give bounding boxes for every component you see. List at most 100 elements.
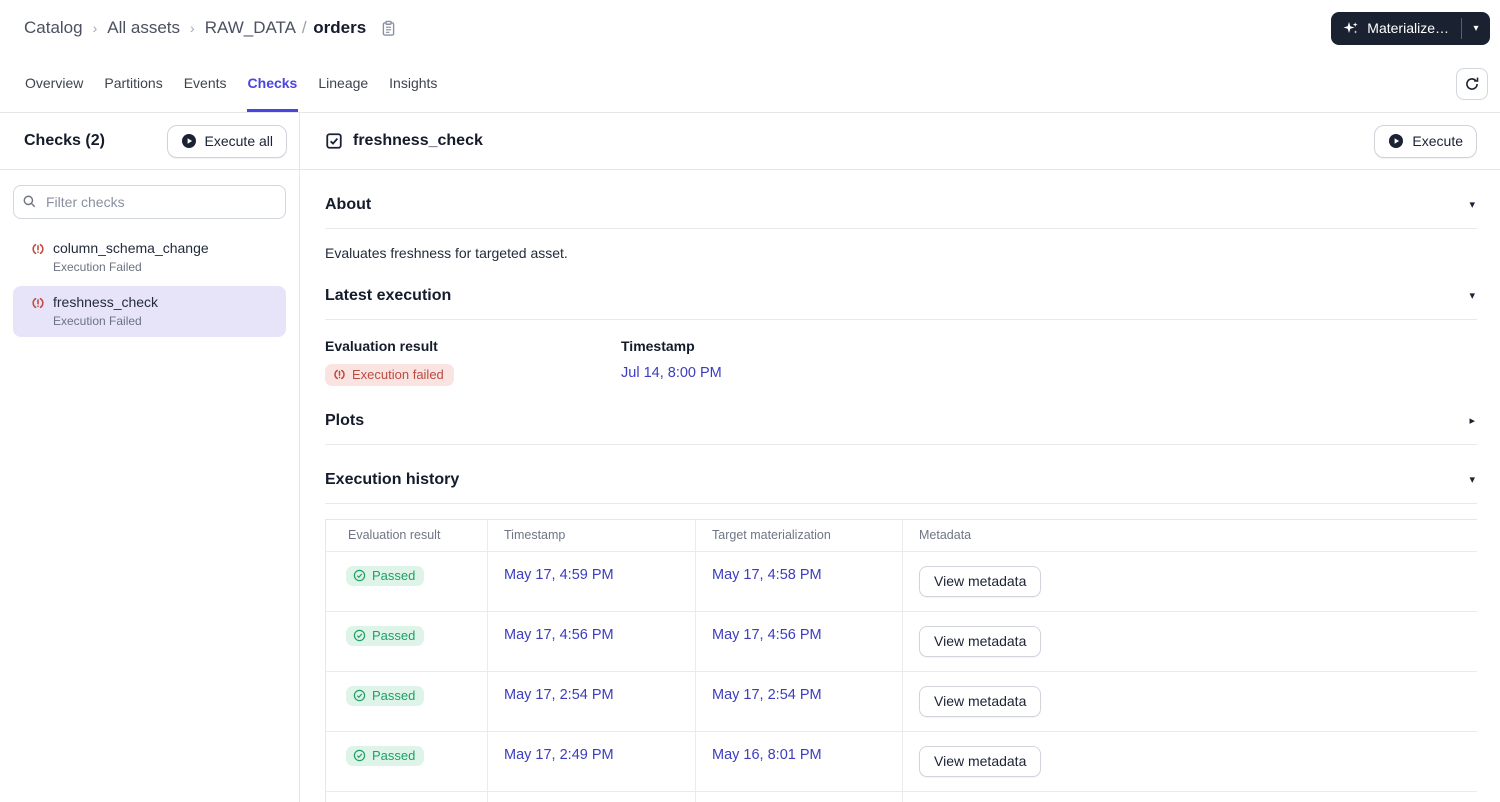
breadcrumb-catalog[interactable]: Catalog <box>24 18 83 38</box>
table-header-row: Evaluation result Timestamp Target mater… <box>326 520 1477 552</box>
refresh-button[interactable] <box>1456 68 1488 100</box>
target-materialization-link[interactable]: May 17, 2:54 PM <box>712 687 822 703</box>
target-cell: May 16, 8:01 PM <box>696 732 903 791</box>
execute-button[interactable]: Execute <box>1374 124 1477 158</box>
about-heading: About <box>325 196 372 213</box>
table-row: Passed May 17, 2:54 PM May 17, 2:54 PM V… <box>326 672 1477 732</box>
breadcrumb-separator-icon: › <box>190 20 195 36</box>
search-icon <box>22 194 37 209</box>
check-circle-icon <box>353 749 366 762</box>
chevron-down-icon[interactable]: ▾ <box>1467 289 1477 304</box>
timestamp-link[interactable]: May 17, 2:49 PM <box>504 747 614 763</box>
timestamp-link[interactable]: May 17, 4:59 PM <box>504 567 614 583</box>
view-metadata-button[interactable]: View metadata <box>919 686 1042 717</box>
execution-history-heading: Execution history <box>325 471 460 488</box>
table-row: Passed May 17, 4:56 PM May 17, 4:56 PM V… <box>326 612 1477 672</box>
passed-badge: Passed <box>346 686 425 706</box>
evaluation-result-field: Evaluation result Execution failed <box>325 338 621 386</box>
target-cell: May 17, 4:56 PM <box>696 612 903 671</box>
materialize-dropdown-button[interactable]: ▾ <box>1462 12 1490 45</box>
breadcrumb-all-assets[interactable]: All assets <box>107 18 180 38</box>
execute-all-label: Execute all <box>204 133 273 149</box>
target-materialization-link[interactable]: May 16, 8:01 PM <box>712 747 822 763</box>
column-header-timestamp: Timestamp <box>488 520 696 551</box>
chevron-down-icon[interactable]: ▾ <box>1467 198 1477 213</box>
asset-checks-page: Catalog › All assets › RAW_DATA / orders <box>0 0 1500 802</box>
passed-badge-label: Passed <box>372 748 416 763</box>
materialize-label: Materialize… <box>1367 20 1449 36</box>
play-circle-icon <box>1388 133 1404 149</box>
check-title: freshness_check <box>353 132 483 149</box>
timestamp-cell: May 17, 2:54 PM <box>488 672 696 731</box>
latest-timestamp-link[interactable]: Jul 14, 8:00 PM <box>621 365 722 381</box>
chevron-right-icon[interactable]: ▸ <box>1467 414 1477 429</box>
tab-overview[interactable]: Overview <box>24 56 84 112</box>
execution-failed-badge: Execution failed <box>325 364 454 386</box>
metadata-cell: View metadata <box>903 612 1477 671</box>
target-materialization-link[interactable]: May 17, 4:56 PM <box>712 627 822 643</box>
target-materialization-link[interactable]: May 17, 4:58 PM <box>712 567 822 583</box>
view-metadata-button[interactable]: View metadata <box>919 746 1042 777</box>
target-cell: May 17, 2:54 PM <box>696 672 903 731</box>
table-row: Passed May 17, 4:59 PM May 17, 4:58 PM V… <box>326 552 1477 612</box>
check-square-icon <box>325 132 343 150</box>
check-detail-panel: freshness_check Execute About ▾ Evaluate… <box>300 113 1500 802</box>
execution-failed-icon <box>31 242 45 274</box>
timestamp-link[interactable]: May 17, 2:54 PM <box>504 687 614 703</box>
execution-history-table: Evaluation result Timestamp Target mater… <box>325 519 1477 802</box>
passed-badge: Passed <box>346 626 425 646</box>
about-description: Evaluates freshness for targeted asset. <box>325 245 568 261</box>
target-cell: May 17, 4:58 PM <box>696 552 903 611</box>
execution-failed-icon <box>31 296 45 328</box>
execution-history-section-header: Execution history ▾ <box>325 445 1477 504</box>
execution-failed-icon <box>333 368 346 381</box>
materialize-button[interactable]: Materialize… <box>1331 12 1461 45</box>
tab-insights[interactable]: Insights <box>388 56 438 112</box>
tab-lineage[interactable]: Lineage <box>317 56 369 112</box>
breadcrumb-asset-name: orders <box>313 18 367 37</box>
view-metadata-button[interactable]: View metadata <box>919 626 1042 657</box>
latest-execution-heading: Latest execution <box>325 287 452 304</box>
passed-badge-label: Passed <box>372 568 416 583</box>
breadcrumb-group[interactable]: RAW_DATA <box>205 18 295 37</box>
sparkles-icon <box>1343 20 1359 36</box>
check-item-text: freshness_check Execution Failed <box>53 294 158 328</box>
check-status: Execution Failed <box>53 314 142 328</box>
check-list-item-column-schema-change[interactable]: column_schema_change Execution Failed <box>13 232 286 283</box>
execute-label: Execute <box>1412 133 1463 149</box>
plots-heading: Plots <box>325 412 365 429</box>
check-status: Execution Failed <box>53 260 142 274</box>
about-section-header: About ▾ <box>325 170 1477 229</box>
tab-partitions[interactable]: Partitions <box>103 56 163 112</box>
view-metadata-button[interactable]: View metadata <box>919 566 1042 597</box>
result-cell: Passed <box>326 732 488 791</box>
timestamp-link[interactable]: May 17, 4:56 PM <box>504 627 614 643</box>
tab-checks[interactable]: Checks <box>246 56 299 112</box>
play-circle-icon <box>181 133 197 149</box>
result-cell: Passed <box>326 672 488 731</box>
plots-section-header: Plots ▸ <box>325 386 1477 445</box>
metadata-cell: View metadata <box>903 732 1477 791</box>
execute-all-button[interactable]: Execute all <box>166 124 287 158</box>
chevron-down-icon[interactable]: ▾ <box>1467 473 1477 488</box>
result-cell: Passed <box>326 552 488 611</box>
table-row-partial <box>326 792 1477 802</box>
filter-checks-input[interactable] <box>13 185 286 219</box>
check-detail-header: freshness_check Execute <box>300 113 1500 170</box>
timestamp-cell: May 17, 4:56 PM <box>488 612 696 671</box>
passed-badge: Passed <box>346 746 425 766</box>
content-split: Checks (2) Execute all Filter checks col… <box>0 113 1500 802</box>
check-list-item-freshness-check[interactable]: freshness_check Execution Failed <box>13 286 286 337</box>
column-header-evaluation-result: Evaluation result <box>326 520 488 551</box>
timestamp-label: Timestamp <box>621 338 695 354</box>
tab-events[interactable]: Events <box>183 56 228 112</box>
table-row: Passed May 17, 2:49 PM May 16, 8:01 PM V… <box>326 732 1477 792</box>
check-name: column_schema_change <box>53 240 209 256</box>
chevron-down-icon: ▾ <box>1473 22 1479 34</box>
filter-checks-field <box>13 185 286 219</box>
passed-badge-label: Passed <box>372 688 416 703</box>
copy-clipboard-icon[interactable] <box>380 20 397 37</box>
column-header-target-materialization: Target materialization <box>696 520 903 551</box>
check-circle-icon <box>353 689 366 702</box>
latest-execution-details: Evaluation result Execution failed Times… <box>325 338 1477 386</box>
